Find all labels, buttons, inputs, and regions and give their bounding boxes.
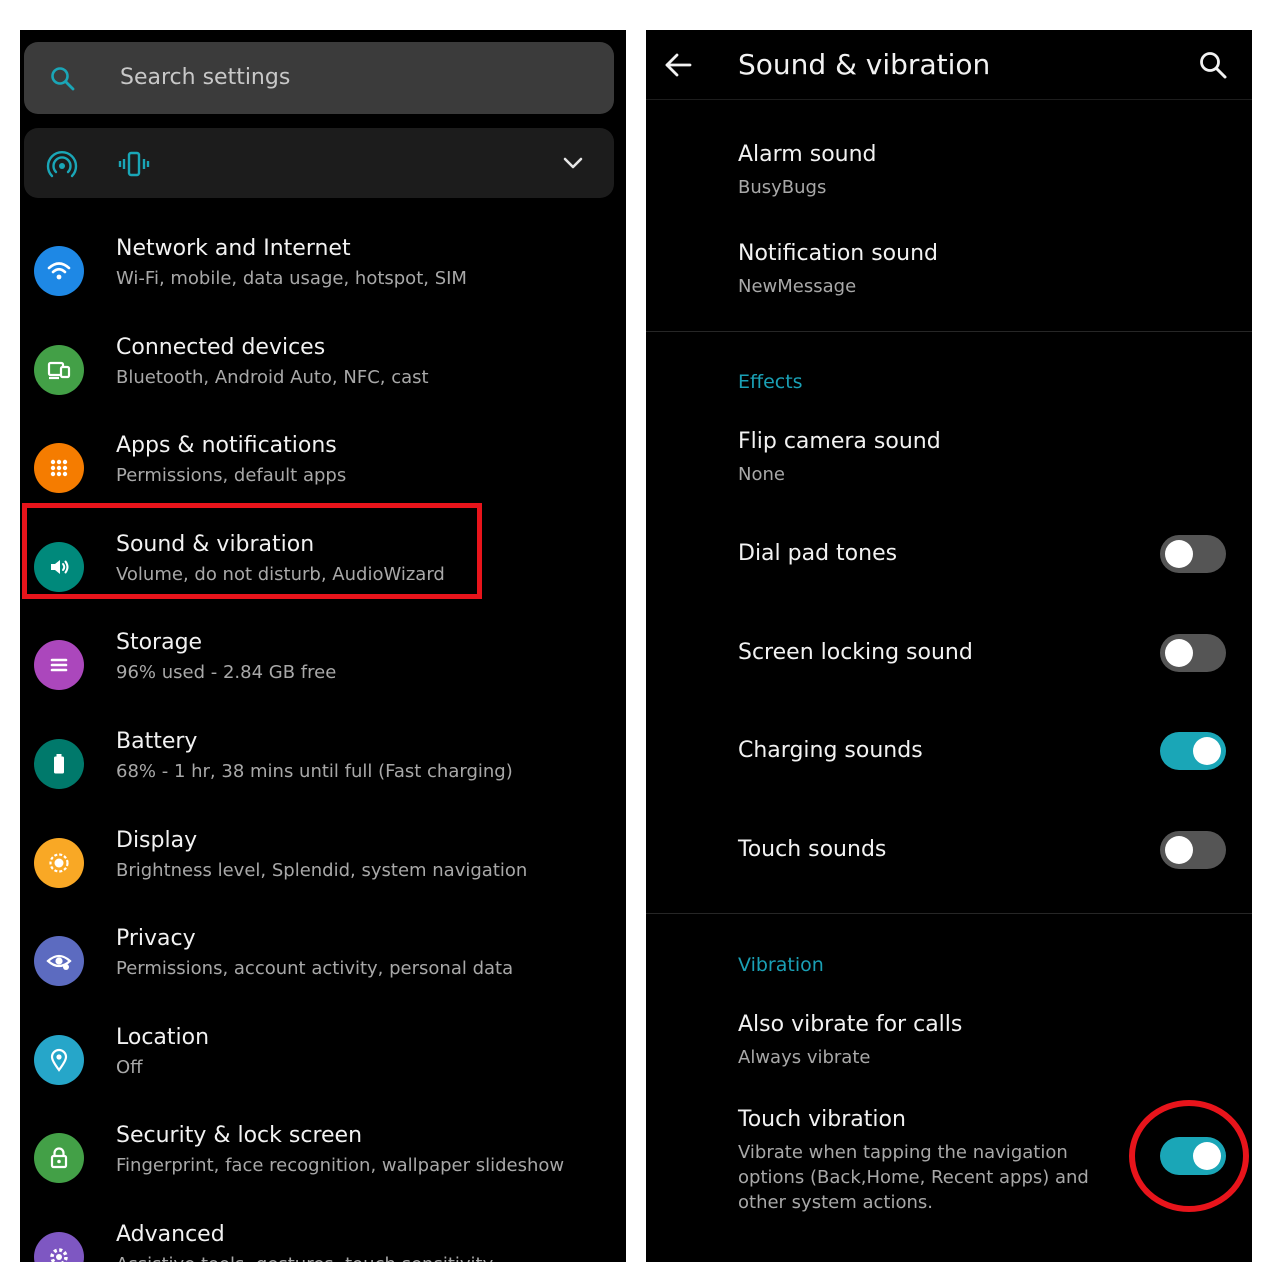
settings-item-connected-devices[interactable]: Connected devices Bluetooth, Android Auto… [20, 327, 626, 417]
toggle-row-screen-locking-sound[interactable]: Screen locking sound [738, 640, 973, 665]
apps-grid-icon [34, 443, 84, 494]
settings-item-security-lock-screen[interactable]: Security & lock screen Fingerprint, face … [20, 1115, 626, 1205]
page-title: Sound & vibration [738, 48, 991, 81]
vibrate-icon[interactable] [118, 148, 150, 180]
sound-vibration-screen: Sound & vibration Alarm sound BusyBugs N… [646, 30, 1252, 1262]
search-placeholder: Search settings [120, 65, 291, 90]
settings-item-title: Storage [116, 630, 203, 656]
also-vibrate-value: Always vibrate [738, 1047, 871, 1068]
divider [646, 331, 1252, 332]
quick-settings-bar [24, 128, 614, 198]
hotspot-icon[interactable] [46, 148, 78, 180]
brightness-icon [34, 837, 84, 888]
toggle-knob [1165, 836, 1193, 864]
battery-icon [34, 739, 84, 789]
toggle-row-title: Dial pad tones [738, 541, 898, 566]
toggle-switch[interactable] [1160, 535, 1226, 573]
alarm-sound-value: BusyBugs [738, 177, 827, 198]
alarm-sound-title: Alarm sound [738, 142, 877, 167]
also-vibrate-for-calls-row[interactable]: Also vibrate for calls Always vibrate [738, 1012, 962, 1070]
touch-vibration-row[interactable]: Touch vibration Vibrate when tapping the… [738, 1107, 1108, 1215]
gear-icon [34, 1232, 84, 1262]
settings-item-title: Battery [116, 729, 198, 754]
settings-item-apps-notifications[interactable]: Apps & notifications Permissions, default… [20, 425, 626, 515]
toggle-row-touch-sounds[interactable]: Touch sounds [738, 837, 886, 862]
settings-item-subtitle: Fingerprint, face recognition, wallpaper… [116, 1155, 565, 1177]
wifi-icon [34, 246, 84, 296]
app-bar: Sound & vibration [646, 30, 1252, 100]
notification-sound-value: NewMessage [738, 276, 857, 297]
also-vibrate-title: Also vibrate for calls [738, 1012, 963, 1037]
toggle-knob [1165, 540, 1193, 568]
toggle-row-title: Charging sounds [738, 738, 923, 763]
settings-item-subtitle: Permissions, account activity, personal … [116, 958, 514, 980]
settings-item-subtitle: Brightness level, Splendid, system navig… [116, 859, 528, 881]
search-settings-bar[interactable]: Search settings [24, 42, 614, 114]
touch-vibration-title: Touch vibration [738, 1107, 906, 1132]
notification-sound-title: Notification sound [738, 241, 938, 266]
settings-item-subtitle: Off [116, 1056, 143, 1078]
divider [646, 913, 1252, 914]
settings-item-network-and-internet[interactable]: Network and Internet Wi-Fi, mobile, data … [20, 228, 626, 318]
toggle-row-title: Touch sounds [738, 837, 887, 862]
flip-camera-sound-title: Flip camera sound [738, 429, 941, 454]
flip-camera-sound-value: None [738, 464, 785, 485]
flip-camera-sound-row[interactable]: Flip camera sound None [738, 429, 941, 487]
settings-item-battery[interactable]: Battery 68% - 1 hr, 38 mins until full (F… [20, 721, 626, 811]
devices-icon [34, 344, 84, 395]
settings-item-subtitle: Permissions, default apps [116, 465, 347, 487]
toggle-switch[interactable] [1160, 831, 1226, 869]
settings-item-title: Display [116, 827, 198, 853]
settings-item-title: Security & lock screen [116, 1123, 363, 1149]
effects-section-header: Effects [738, 371, 803, 393]
settings-item-subtitle: 68% - 1 hr, 38 mins until full (Fast cha… [116, 761, 513, 782]
toggle-switch[interactable] [1160, 634, 1226, 672]
settings-list-screen: Search settings Network and Internet Wi-F… [20, 30, 626, 1262]
settings-item-title: Connected devices [116, 334, 326, 360]
settings-item-location[interactable]: Location Off [20, 1017, 626, 1107]
lock-icon [34, 1133, 84, 1184]
settings-item-storage[interactable]: Storage 96% used - 2.84 GB free [20, 622, 626, 712]
toggle-knob [1165, 639, 1193, 667]
vibration-section-header: Vibration [738, 954, 824, 976]
settings-item-title: Apps & notifications [116, 433, 337, 459]
settings-item-title: Privacy [116, 926, 196, 952]
settings-item-subtitle: Bluetooth, Android Auto, NFC, cast [116, 366, 429, 388]
toggle-row-charging-sounds[interactable]: Charging sounds [738, 738, 923, 763]
highlight-ring [1129, 1100, 1249, 1212]
toggle-knob [1193, 737, 1221, 765]
settings-item-advanced[interactable]: Advanced Assistive tools, gestures, touch… [20, 1214, 626, 1262]
toggle-row-title: Screen locking sound [738, 640, 973, 665]
settings-item-title: Location [116, 1024, 210, 1050]
settings-item-subtitle: Assistive tools, gestures, touch sensiti… [116, 1254, 493, 1262]
settings-item-title: Advanced [116, 1222, 225, 1247]
storage-icon [34, 640, 84, 691]
notification-sound-row[interactable]: Notification sound NewMessage [738, 241, 938, 299]
highlight-box [22, 503, 482, 599]
settings-item-display[interactable]: Display Brightness level, Splendid, syste… [20, 820, 626, 910]
search-icon [51, 67, 75, 91]
settings-item-subtitle: 96% used - 2.84 GB free [116, 662, 337, 684]
location-pin-icon [34, 1034, 84, 1085]
settings-item-subtitle: Wi-Fi, mobile, data usage, hotspot, SIM [116, 268, 467, 289]
toggle-row-dial-pad-tones[interactable]: Dial pad tones [738, 541, 897, 566]
settings-item-title: Network and Internet [116, 236, 351, 261]
touch-vibration-description: Vibrate when tapping the navigation opti… [738, 1142, 1089, 1213]
toggle-switch[interactable] [1160, 732, 1226, 770]
back-arrow-icon[interactable] [664, 52, 692, 78]
chevron-down-icon[interactable] [562, 154, 584, 172]
search-icon[interactable] [1198, 50, 1228, 80]
alarm-sound-row[interactable]: Alarm sound BusyBugs [738, 142, 877, 200]
privacy-eye-icon [34, 936, 84, 987]
settings-item-privacy[interactable]: Privacy Permissions, account activity, pe… [20, 918, 626, 1008]
